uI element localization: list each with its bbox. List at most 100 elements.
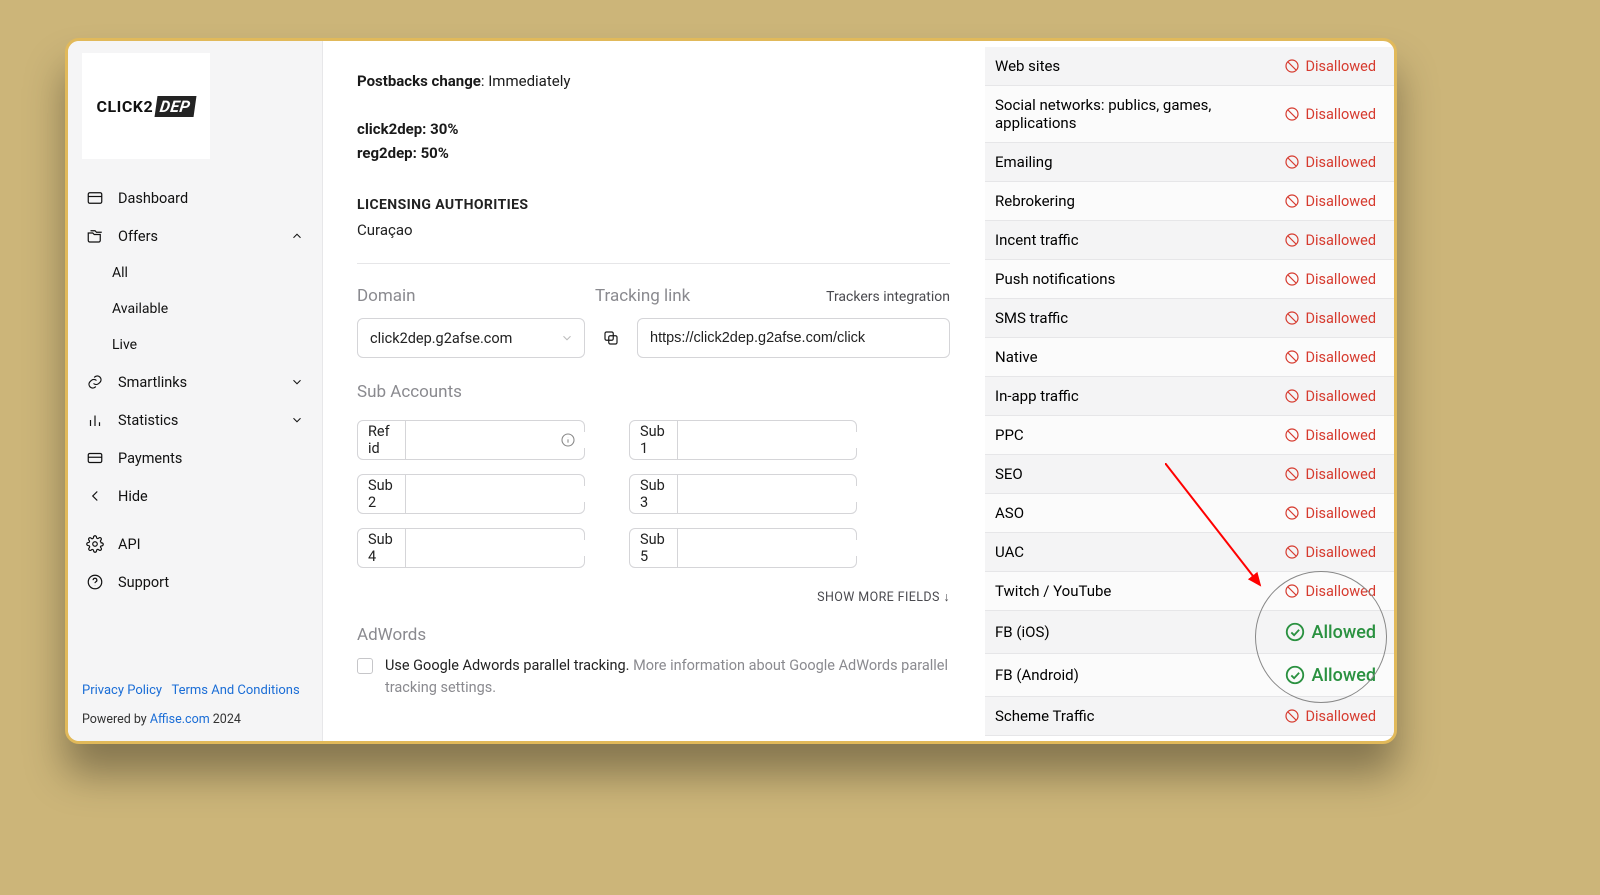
traffic-row: Incent trafficDisallowed <box>985 221 1394 260</box>
window-icon <box>86 189 104 207</box>
sidebar-item-payments[interactable]: Payments <box>68 439 322 477</box>
adwords-text: Use Google Adwords parallel tracking. Mo… <box>385 655 950 699</box>
traffic-name: Web sites <box>995 57 1060 75</box>
sidebar-item-label: Support <box>118 574 169 591</box>
show-more-fields[interactable]: SHOW MORE FIELDS ↓ <box>357 590 950 605</box>
traffic-row: RebrokeringDisallowed <box>985 182 1394 221</box>
traffic-name: SEO <box>995 465 1023 483</box>
refid-label: Ref id <box>358 421 406 459</box>
info-icon[interactable] <box>560 432 576 448</box>
sidebar-item-statistics[interactable]: Statistics <box>68 401 322 439</box>
sidebar-item-label: Offers <box>118 228 158 245</box>
traffic-name: FB (iOS) <box>995 623 1050 641</box>
domain-select[interactable]: click2dep.g2afse.com <box>357 318 585 358</box>
traffic-name: Emailing <box>995 153 1053 171</box>
traffic-row: FB (Android)Allowed <box>985 654 1394 697</box>
status-disallowed: Disallowed <box>1284 154 1377 171</box>
sub5-field[interactable]: Sub 5 <box>629 528 857 568</box>
chevron-down-icon <box>290 413 304 427</box>
sub3-field[interactable]: Sub 3 <box>629 474 857 514</box>
sidebar-item-hide[interactable]: Hide <box>68 477 322 515</box>
status-disallowed: Disallowed <box>1284 349 1377 366</box>
sidebar-sub-all[interactable]: All <box>112 255 322 291</box>
traffic-row: UAC Disallowed <box>985 533 1394 572</box>
sub2-field[interactable]: Sub 2 <box>357 474 585 514</box>
status-disallowed: Disallowed <box>1284 106 1377 123</box>
status-allowed: Allowed <box>1284 664 1376 686</box>
link-icon <box>86 373 104 391</box>
traffic-row: Twitch / YouTube Disallowed <box>985 572 1394 611</box>
status-disallowed: Disallowed <box>1284 708 1377 725</box>
sidebar-item-offers[interactable]: Offers <box>68 217 322 255</box>
logo: CLICK2 DEP <box>82 53 210 159</box>
status-disallowed: Disallowed <box>1284 58 1377 75</box>
status-disallowed: Disallowed <box>1284 466 1377 483</box>
traffic-name: Push notifications <box>995 270 1115 288</box>
sub1-label: Sub 1 <box>630 421 678 459</box>
powered-by: Powered by Affise.com 2024 <box>82 712 308 727</box>
sidebar-item-smartlinks[interactable]: Smartlinks <box>68 363 322 401</box>
sub1-field[interactable]: Sub 1 <box>629 420 857 460</box>
chevron-left-icon <box>86 487 104 505</box>
refid-field[interactable]: Ref id <box>357 420 585 460</box>
logo-text-1: CLICK2 <box>97 97 154 116</box>
licensing-heading: LICENSING AUTHORITIES <box>357 197 950 213</box>
adwords-checkbox[interactable] <box>357 658 373 674</box>
traffic-row: Emailing Disallowed <box>985 143 1394 182</box>
sub4-input[interactable] <box>406 540 607 556</box>
sub1-input[interactable] <box>678 432 879 448</box>
copy-button[interactable] <box>595 322 627 354</box>
traffic-name: UAC <box>995 543 1024 561</box>
traffic-name: PPC <box>995 426 1024 444</box>
postbacks-label: Postbacks change <box>357 72 481 90</box>
traffic-name: SMS traffic <box>995 309 1068 327</box>
sub3-input[interactable] <box>678 486 879 502</box>
status-disallowed: Disallowed <box>1284 310 1377 327</box>
refid-input[interactable] <box>406 432 607 448</box>
status-disallowed: Disallowed <box>1284 583 1377 600</box>
chevron-down-icon <box>560 331 574 345</box>
status-disallowed: Disallowed <box>1284 388 1377 405</box>
traffic-name: In-app traffic <box>995 387 1079 405</box>
sidebar-item-support[interactable]: Support <box>68 563 322 601</box>
trackers-integration-link[interactable]: Trackers integration <box>826 289 950 305</box>
sidebar-item-label: Dashboard <box>118 190 188 207</box>
sidebar-sub-live[interactable]: Live <box>112 327 322 363</box>
sidebar-sub-available[interactable]: Available <box>112 291 322 327</box>
privacy-link[interactable]: Privacy Policy <box>82 683 162 698</box>
gear-icon <box>86 535 104 553</box>
folders-icon <box>86 227 104 245</box>
terms-link[interactable]: Terms And Conditions <box>171 683 299 698</box>
rate-reg2dep-value: 50% <box>421 144 449 162</box>
help-icon <box>86 573 104 591</box>
status-disallowed: Disallowed <box>1284 427 1377 444</box>
sub2-input[interactable] <box>406 486 607 502</box>
traffic-name: Twitch / YouTube <box>995 582 1111 600</box>
domain-label: Domain <box>357 286 595 306</box>
traffic-row: SMS traffic Disallowed <box>985 299 1394 338</box>
logo-text-2: DEP <box>155 96 197 117</box>
sidebar-item-dashboard[interactable]: Dashboard <box>68 179 322 217</box>
sidebar-item-label: Payments <box>118 450 182 467</box>
domain-value: click2dep.g2afse.com <box>370 330 512 347</box>
traffic-name: Rebrokering <box>995 192 1075 210</box>
affise-link[interactable]: Affise.com <box>150 712 210 727</box>
sub5-input[interactable] <box>678 540 879 556</box>
status-disallowed: Disallowed <box>1284 544 1377 561</box>
sidebar-item-label: Smartlinks <box>118 374 187 391</box>
tracking-link-label: Tracking link <box>595 286 826 306</box>
status-disallowed: Disallowed <box>1284 271 1377 288</box>
traffic-sources-panel: Web sitesDisallowedSocial networks: publ… <box>984 41 1394 741</box>
sidebar-item-api[interactable]: API <box>68 525 322 563</box>
sub3-label: Sub 3 <box>630 475 678 513</box>
traffic-row: ASO Disallowed <box>985 494 1394 533</box>
sub2-label: Sub 2 <box>358 475 406 513</box>
tracking-link-input[interactable] <box>637 318 950 358</box>
traffic-name: ASO <box>995 504 1024 522</box>
sub4-field[interactable]: Sub 4 <box>357 528 585 568</box>
traffic-name: Incent traffic <box>995 231 1079 249</box>
divider <box>357 263 950 264</box>
status-disallowed: Disallowed <box>1284 505 1377 522</box>
postbacks-value: : Immediately <box>481 72 571 90</box>
traffic-row: Web sites Disallowed <box>985 47 1394 86</box>
